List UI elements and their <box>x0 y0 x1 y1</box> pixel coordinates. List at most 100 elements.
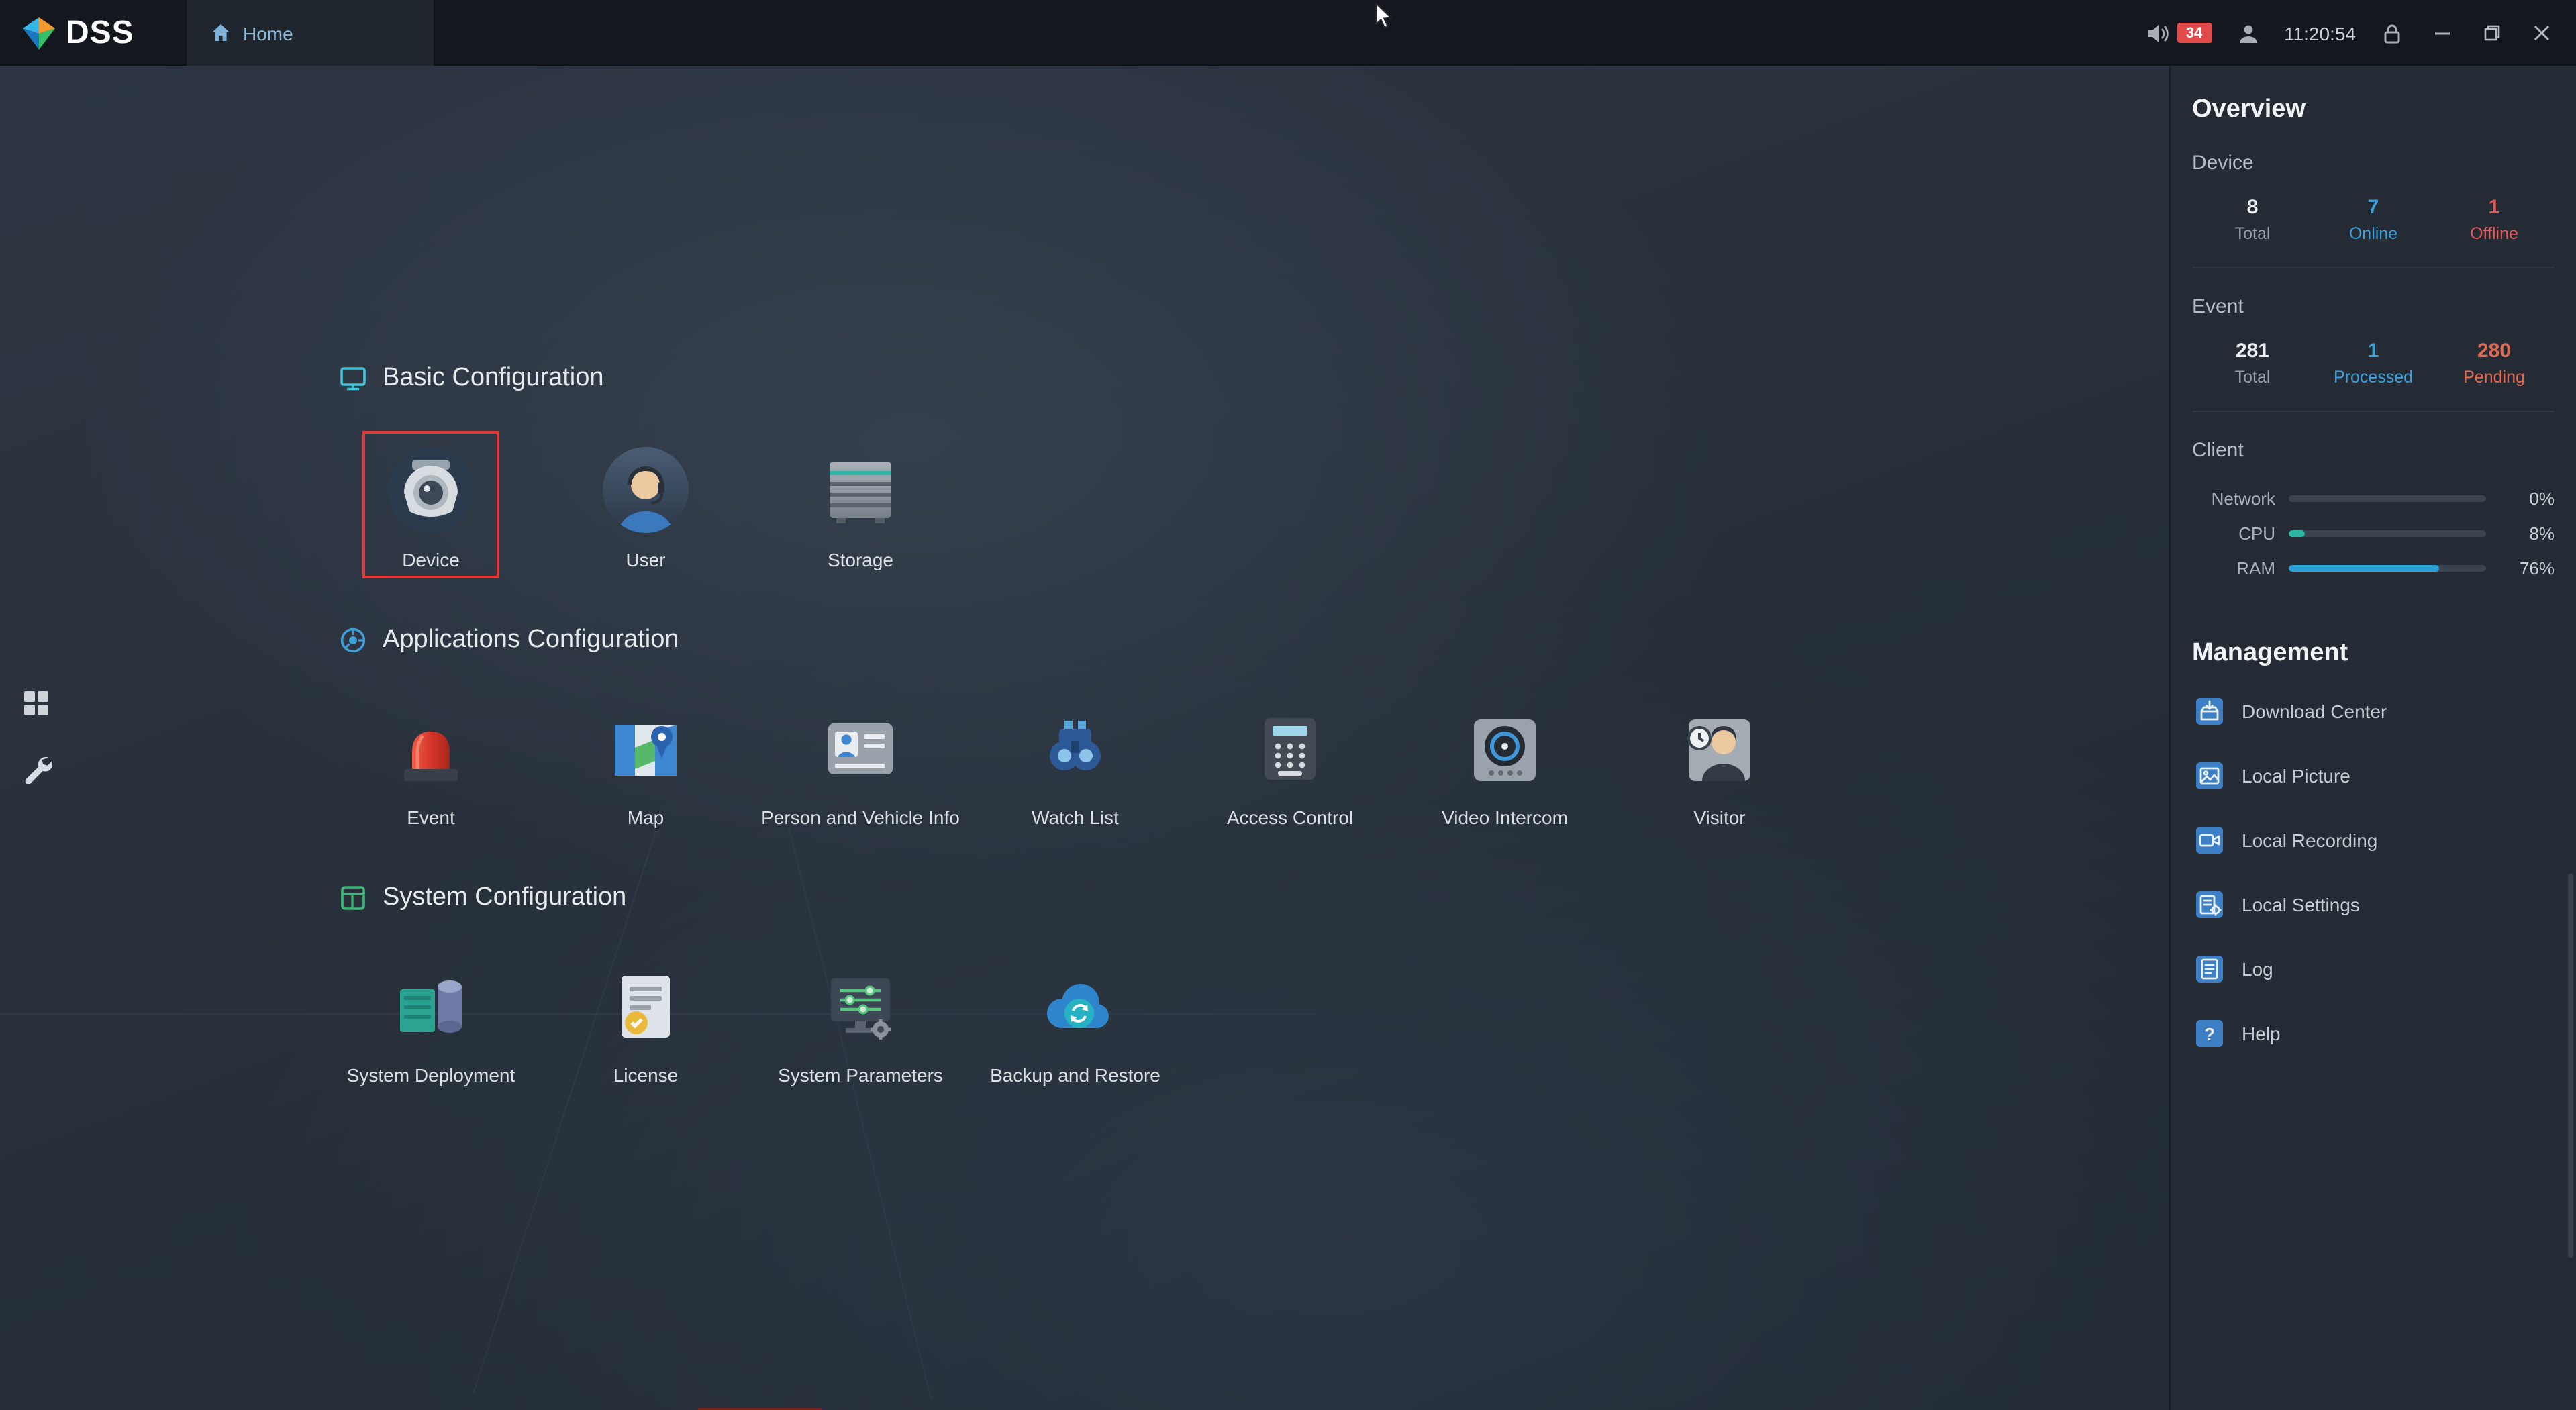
alarm-area: 34 <box>2144 19 2212 46</box>
tile-video-intercom[interactable]: Video Intercom <box>1397 702 1612 830</box>
management-item-local-recording[interactable]: Local Recording <box>2192 808 2555 872</box>
speaker-icon[interactable] <box>2144 19 2171 46</box>
overview-device-heading: Device <box>2192 152 2555 174</box>
config-wrench-icon[interactable] <box>19 750 54 785</box>
stat-label: Total <box>2192 224 2313 243</box>
stat-event-total: 281 Total <box>2192 340 2313 387</box>
stat-device-total: 8 Total <box>2192 196 2313 243</box>
apps-grid-icon[interactable] <box>19 686 54 721</box>
section-applications-configuration: Applications Configuration <box>338 625 679 655</box>
section-title: Applications Configuration <box>383 625 679 655</box>
management-item-label: Local Picture <box>2242 765 2350 787</box>
device-stats: 8 Total 7 Online 1 Offline <box>2192 196 2555 243</box>
tile-device[interactable]: Device <box>324 444 538 572</box>
meter-cpu: CPU 8% <box>2192 515 2555 550</box>
system-deployment-icon <box>385 960 477 1051</box>
stat-device-offline: 1 Offline <box>2434 196 2555 243</box>
map-gridline <box>788 826 932 1399</box>
management-item-log[interactable]: Log <box>2192 937 2555 1001</box>
tile-system-deployment[interactable]: System Deployment <box>324 960 538 1088</box>
management-item-local-settings[interactable]: Local Settings <box>2192 872 2555 937</box>
stat-value: 280 <box>2434 340 2555 362</box>
tile-system-parameters[interactable]: System Parameters <box>753 960 968 1088</box>
tile-watch-list[interactable]: Watch List <box>968 702 1183 830</box>
tile-storage[interactable]: Storage <box>753 444 968 572</box>
close-button[interactable] <box>2528 19 2555 46</box>
tile-label: Device <box>402 549 460 572</box>
download-center-icon <box>2195 697 2224 726</box>
user-icon[interactable] <box>2234 19 2261 46</box>
management-item-label: Help <box>2242 1023 2281 1044</box>
divider <box>2192 411 2555 412</box>
tile-label: Watch List <box>1032 807 1119 830</box>
section-title: Basic Configuration <box>383 364 604 393</box>
tile-label: System Deployment <box>347 1064 515 1088</box>
system-configuration-icon <box>338 883 368 913</box>
meter-label: CPU <box>2192 523 2275 543</box>
sidebar-scrollbar[interactable] <box>2568 874 2573 1258</box>
stat-label: Online <box>2313 224 2434 243</box>
applications-configuration-icon <box>338 625 368 655</box>
user-tile-icon <box>600 444 691 536</box>
watch-list-icon <box>1030 702 1121 793</box>
meter-value: 76% <box>2499 558 2555 578</box>
management-item-label: Local Recording <box>2242 829 2377 851</box>
left-rail <box>19 686 54 785</box>
local-recording-icon <box>2195 825 2224 855</box>
home-workspace: Basic Configuration Device <box>0 66 2169 1410</box>
tile-backup-and-restore[interactable]: Backup and Restore <box>968 960 1183 1088</box>
help-icon: ? <box>2195 1019 2224 1048</box>
management-item-local-picture[interactable]: Local Picture <box>2192 744 2555 808</box>
divider <box>2192 267 2555 268</box>
stat-event-pending: 280 Pending <box>2434 340 2555 387</box>
tile-user[interactable]: User <box>538 444 753 572</box>
overview-panel: Overview Device 8 Total 7 Online 1 Offli… <box>2169 66 2576 1410</box>
event-icon <box>385 702 477 793</box>
backup-restore-icon <box>1030 960 1121 1051</box>
meter-ram: RAM 76% <box>2192 550 2555 585</box>
management-item-label: Download Center <box>2242 701 2387 722</box>
stat-label: Offline <box>2434 224 2555 243</box>
minimize-button[interactable] <box>2428 19 2455 46</box>
tile-access-control[interactable]: Access Control <box>1183 702 1397 830</box>
basic-configuration-icon <box>338 364 368 393</box>
tile-event[interactable]: Event <box>324 702 538 830</box>
overview-event-heading: Event <box>2192 295 2555 318</box>
tile-license[interactable]: License <box>538 960 753 1088</box>
alarm-count-badge[interactable]: 34 <box>2177 23 2212 43</box>
lock-icon[interactable] <box>2379 19 2406 46</box>
overview-client-heading: Client <box>2192 439 2555 462</box>
tile-label: Person and Vehicle Info <box>761 807 960 830</box>
tile-person-and-vehicle-info[interactable]: Person and Vehicle Info <box>753 702 968 830</box>
tile-map[interactable]: Map <box>538 702 753 830</box>
system-configuration-tiles: System Deployment License <box>324 960 1183 1088</box>
svg-text:?: ? <box>2204 1024 2215 1044</box>
management-item-label: Local Settings <box>2242 894 2360 915</box>
ram-progressbar <box>2289 564 2486 571</box>
home-icon <box>211 23 231 43</box>
device-icon <box>385 444 477 536</box>
stat-value: 7 <box>2313 196 2434 219</box>
basic-configuration-tiles: Device <box>324 444 968 572</box>
local-picture-icon <box>2195 761 2224 791</box>
management-title: Management <box>2192 639 2555 668</box>
tile-label: Visitor <box>1693 807 1745 830</box>
tile-label: Map <box>628 807 664 830</box>
dss-logo-icon <box>21 15 56 50</box>
management-item-help[interactable]: ? Help <box>2192 1001 2555 1066</box>
meter-value: 8% <box>2499 523 2555 543</box>
meter-label: RAM <box>2192 558 2275 578</box>
title-bar: DSS Home 34 <box>0 0 2576 66</box>
tile-label: Event <box>407 807 455 830</box>
restore-button[interactable] <box>2478 19 2505 46</box>
map-icon <box>600 702 691 793</box>
tab-home[interactable]: Home <box>185 0 435 66</box>
management-item-download-center[interactable]: Download Center <box>2192 679 2555 744</box>
stat-label: Pending <box>2434 368 2555 387</box>
dss-window: DSS Home 34 <box>0 0 2576 1410</box>
map-gridline <box>473 832 656 1394</box>
stat-event-processed: 1 Processed <box>2313 340 2434 387</box>
stat-value: 281 <box>2192 340 2313 362</box>
tile-visitor[interactable]: Visitor <box>1612 702 1827 830</box>
meter-value: 0% <box>2499 488 2555 508</box>
